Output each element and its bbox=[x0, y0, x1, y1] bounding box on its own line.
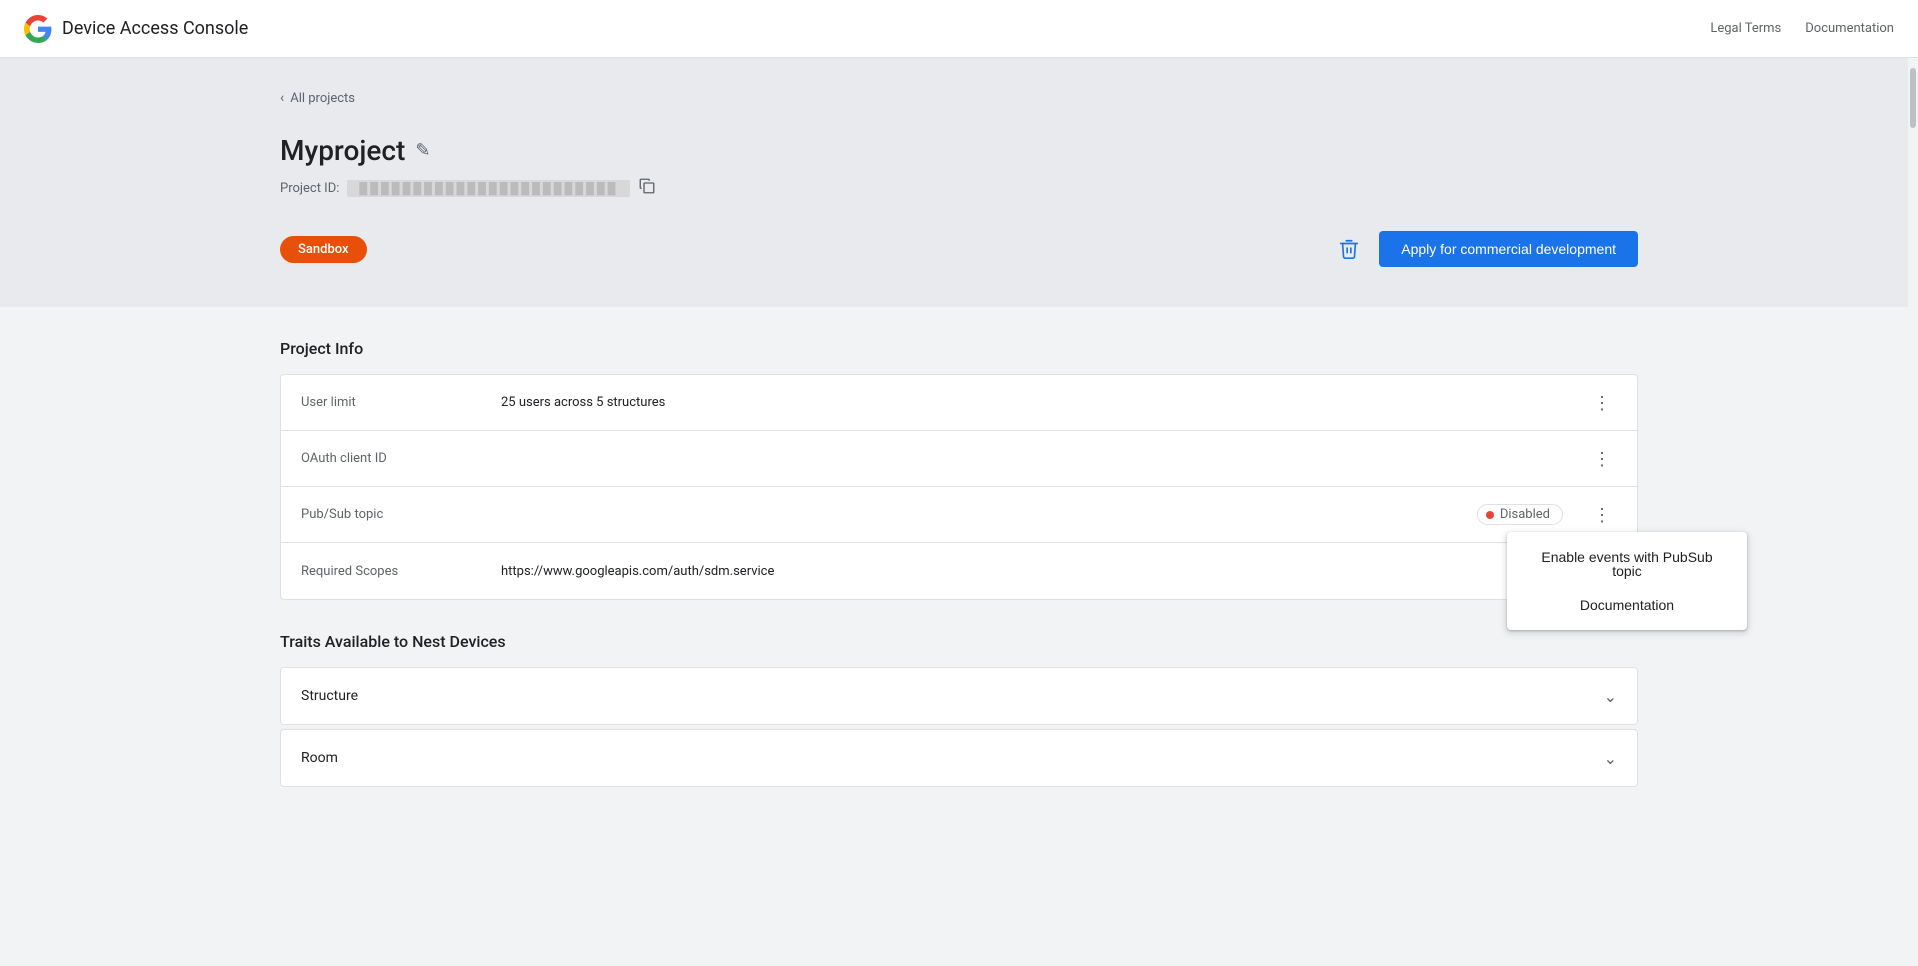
user-limit-menu-button[interactable]: ⋮ bbox=[1587, 390, 1617, 416]
breadcrumb-label: All projects bbox=[290, 91, 355, 106]
pubsub-topic-menu-button[interactable]: ⋮ Enable events with PubSub topic Docume… bbox=[1587, 502, 1617, 528]
required-scopes-value: https://www.googleapis.com/auth/sdm.serv… bbox=[501, 564, 1617, 579]
sandbox-badge[interactable]: Sandbox bbox=[280, 236, 367, 263]
room-collapsible: Room ⌄ bbox=[280, 729, 1638, 787]
status-dot-icon bbox=[1486, 511, 1494, 519]
structure-header[interactable]: Structure ⌄ bbox=[281, 668, 1637, 724]
documentation-link[interactable]: Documentation bbox=[1805, 21, 1894, 36]
pubsub-topic-row: Pub/Sub topic Disabled ⋮ Enable events w… bbox=[281, 487, 1637, 543]
project-name-row: Myproject ✎ bbox=[280, 134, 1638, 167]
room-header[interactable]: Room ⌄ bbox=[281, 730, 1637, 786]
header-left: Device Access Console bbox=[24, 15, 248, 43]
traits-title: Traits Available to Nest Devices bbox=[280, 632, 1638, 651]
pubsub-status-text: Disabled bbox=[1500, 507, 1550, 522]
structure-label: Structure bbox=[301, 688, 358, 704]
apply-commercial-button[interactable]: Apply for commercial development bbox=[1379, 231, 1638, 267]
scrollbar-thumb[interactable] bbox=[1910, 68, 1916, 128]
pubsub-topic-label: Pub/Sub topic bbox=[301, 507, 501, 522]
pubsub-dropdown-menu: Enable events with PubSub topic Document… bbox=[1507, 532, 1747, 630]
project-id-value: ████████████████████████ bbox=[347, 180, 630, 197]
user-limit-label: User limit bbox=[301, 395, 501, 410]
main-content: Project Info User limit 25 users across … bbox=[0, 307, 1918, 823]
breadcrumb-arrow-icon: ‹ bbox=[280, 90, 284, 106]
room-chevron-icon: ⌄ bbox=[1604, 749, 1617, 768]
project-name: Myproject bbox=[280, 134, 405, 167]
project-info-table: User limit 25 users across 5 structures … bbox=[280, 374, 1638, 600]
right-actions: Apply for commercial development bbox=[1331, 231, 1638, 267]
app-title: Device Access Console bbox=[62, 18, 248, 39]
oauth-client-id-row: OAuth client ID ⋮ bbox=[281, 431, 1637, 487]
project-info-title: Project Info bbox=[280, 339, 1638, 358]
oauth-client-id-label: OAuth client ID bbox=[301, 451, 501, 466]
google-logo-icon bbox=[24, 15, 52, 43]
traits-section: Traits Available to Nest Devices Structu… bbox=[280, 632, 1638, 787]
delete-button[interactable] bbox=[1331, 231, 1367, 267]
structure-collapsible: Structure ⌄ bbox=[280, 667, 1638, 725]
project-actions-row: Sandbox Apply for commercial development bbox=[280, 231, 1638, 267]
enable-events-menu-item[interactable]: Enable events with PubSub topic bbox=[1507, 540, 1747, 588]
room-label: Room bbox=[301, 750, 338, 766]
project-hero: ‹ All projects Myproject ✎ Project ID: █… bbox=[0, 58, 1918, 307]
documentation-menu-item[interactable]: Documentation bbox=[1507, 588, 1747, 622]
project-id-row: Project ID: ████████████████████████ bbox=[280, 177, 1638, 199]
user-limit-value: 25 users across 5 structures bbox=[501, 395, 1579, 410]
user-limit-row: User limit 25 users across 5 structures … bbox=[281, 375, 1637, 431]
required-scopes-label: Required Scopes bbox=[301, 564, 501, 579]
edit-icon[interactable]: ✎ bbox=[415, 140, 430, 161]
pubsub-status-badge: Disabled bbox=[1477, 504, 1563, 525]
pubsub-status: Disabled bbox=[1477, 504, 1563, 525]
structure-chevron-icon: ⌄ bbox=[1604, 687, 1617, 706]
copy-icon[interactable] bbox=[638, 177, 656, 199]
project-id-label: Project ID: bbox=[280, 181, 339, 196]
breadcrumb[interactable]: ‹ All projects bbox=[280, 90, 1638, 106]
required-scopes-row: Required Scopes https://www.googleapis.c… bbox=[281, 543, 1637, 599]
legal-terms-link[interactable]: Legal Terms bbox=[1710, 21, 1781, 36]
header: Device Access Console Legal Terms Docume… bbox=[0, 0, 1918, 58]
scrollbar-track[interactable] bbox=[1908, 58, 1918, 966]
header-right: Legal Terms Documentation bbox=[1710, 21, 1894, 36]
oauth-client-id-menu-button[interactable]: ⋮ bbox=[1587, 446, 1617, 472]
